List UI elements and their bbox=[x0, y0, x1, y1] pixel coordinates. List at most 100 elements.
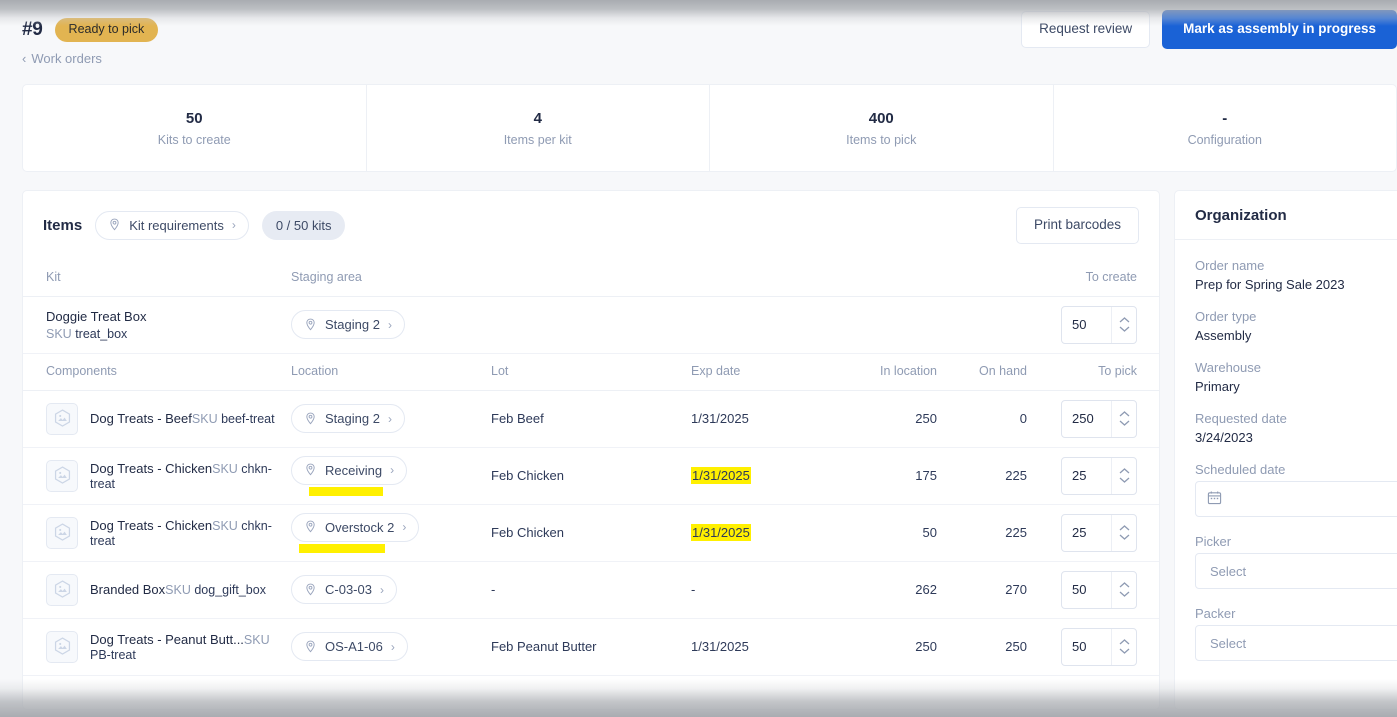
stat-label: Configuration bbox=[1187, 132, 1262, 147]
to-pick-value[interactable]: 250 bbox=[1062, 401, 1111, 437]
lot-value: - bbox=[491, 582, 496, 598]
table-row[interactable]: Branded BoxSKU dog_gift_box C-03-03 › - - 262… bbox=[23, 561, 1159, 619]
stat-value: 400 bbox=[868, 109, 894, 127]
field-label: Scheduled date bbox=[1195, 462, 1286, 477]
chevron-left-icon: ‹ bbox=[22, 50, 27, 66]
field-value: Prep for Spring Sale 2023 bbox=[1195, 277, 1345, 292]
picker-placeholder: Select bbox=[1210, 563, 1247, 579]
pin-icon bbox=[304, 318, 317, 332]
to-create-stepper[interactable]: 50 bbox=[1061, 305, 1137, 344]
location-button[interactable]: Staging 2 › bbox=[291, 404, 405, 434]
lot-value: Feb Chicken bbox=[491, 468, 564, 484]
picker-select[interactable]: Select bbox=[1195, 553, 1397, 589]
exp-date-value: 1/31/2025 bbox=[691, 411, 749, 427]
column-header-components: Components bbox=[23, 353, 291, 391]
to-pick-stepper[interactable]: 250 bbox=[1061, 399, 1137, 438]
stat-value: - bbox=[1222, 109, 1228, 127]
stepper-arrows[interactable] bbox=[1111, 514, 1136, 551]
scheduled-date-input[interactable] bbox=[1195, 481, 1397, 517]
component-location-cell: Receiving › bbox=[291, 447, 491, 505]
chevron-down-icon bbox=[1119, 326, 1129, 333]
to-create-value[interactable]: 50 bbox=[1062, 307, 1111, 343]
breadcrumb-label: Work orders bbox=[31, 50, 102, 66]
to-pick-stepper[interactable]: 25 bbox=[1061, 513, 1137, 552]
component-name-cell: Branded BoxSKU dog_gift_box bbox=[23, 561, 291, 619]
component-to-pick-cell: 25 bbox=[1027, 447, 1159, 505]
product-image-icon bbox=[46, 573, 78, 606]
location-label: Receiving bbox=[325, 462, 383, 478]
component-exp-date-cell: 1/31/2025 bbox=[691, 390, 839, 448]
to-pick-stepper[interactable]: 50 bbox=[1061, 570, 1137, 609]
stat-value: 4 bbox=[533, 109, 542, 127]
table-row[interactable]: Dog Treats - BeefSKU beef-treat Staging 2… bbox=[23, 390, 1159, 448]
component-name-cell: Dog Treats - ChickenSKU chkn-treat bbox=[23, 447, 291, 505]
table-row[interactable]: Doggie Treat Box SKU treat_box Staging 2… bbox=[23, 296, 1159, 354]
chevron-right-icon: › bbox=[402, 520, 407, 535]
kit-requirements-button[interactable]: Kit requirements › bbox=[95, 210, 249, 240]
location-button[interactable]: OS-A1-06 › bbox=[291, 632, 408, 662]
lot-value: Feb Peanut Butter bbox=[491, 639, 597, 655]
table-row[interactable]: Dog Treats - ChickenSKU chkn-treat Overst… bbox=[23, 504, 1159, 562]
packer-placeholder: Select bbox=[1210, 635, 1247, 651]
location-button[interactable]: Receiving › bbox=[291, 455, 408, 485]
field-order-name: Order name Prep for Spring Sale 2023 bbox=[1195, 258, 1397, 292]
stepper-arrows[interactable] bbox=[1111, 628, 1136, 665]
to-pick-stepper[interactable]: 50 bbox=[1061, 627, 1137, 666]
stepper-arrows[interactable] bbox=[1111, 571, 1136, 608]
to-pick-value[interactable]: 25 bbox=[1062, 458, 1111, 494]
sku-label: SKU bbox=[212, 461, 242, 476]
in-location-value: 50 bbox=[922, 525, 937, 541]
chevron-up-icon bbox=[1119, 468, 1129, 474]
to-pick-value[interactable]: 50 bbox=[1062, 572, 1111, 608]
to-pick-value[interactable]: 50 bbox=[1062, 629, 1111, 665]
location-button[interactable]: C-03-03 › bbox=[291, 575, 397, 605]
field-order-type: Order type Assembly bbox=[1195, 309, 1397, 343]
on-hand-value: 225 bbox=[1005, 525, 1027, 541]
exp-date-value: - bbox=[691, 582, 696, 598]
field-label: Packer bbox=[1195, 606, 1236, 621]
pin-icon bbox=[108, 218, 121, 232]
chevron-right-icon: › bbox=[390, 463, 395, 478]
stepper-arrows[interactable] bbox=[1111, 400, 1136, 437]
mark-assembly-in-progress-button[interactable]: Mark as assembly in progress bbox=[1162, 10, 1397, 49]
request-review-button[interactable]: Request review bbox=[1021, 11, 1151, 48]
component-on-hand-cell: 225 bbox=[937, 447, 1027, 505]
location-label: C-03-03 bbox=[325, 582, 372, 598]
field-warehouse: Warehouse Primary bbox=[1195, 360, 1397, 394]
component-on-hand-cell: 225 bbox=[937, 504, 1027, 562]
location-button[interactable]: Overstock 2 › bbox=[291, 512, 420, 542]
to-pick-stepper[interactable]: 25 bbox=[1061, 456, 1137, 495]
pin-icon bbox=[304, 463, 317, 477]
organization-fields: Order name Prep for Spring Sale 2023 Ord… bbox=[1175, 240, 1397, 661]
component-sku: SKU dog_gift_box bbox=[165, 583, 266, 598]
print-barcodes-button[interactable]: Print barcodes bbox=[1015, 207, 1139, 244]
main-content: Items Kit requirements › 0 / 50 kits Pri… bbox=[22, 190, 1397, 710]
field-label: Warehouse bbox=[1195, 360, 1261, 375]
staging-area-button[interactable]: Staging 2 › bbox=[291, 310, 405, 340]
component-name: Branded Box bbox=[90, 582, 166, 598]
component-to-pick-cell: 50 bbox=[1027, 618, 1159, 676]
component-lot-cell: Feb Peanut Butter bbox=[491, 618, 691, 676]
product-image-icon bbox=[46, 630, 78, 663]
highlight-mark bbox=[309, 486, 383, 496]
component-exp-date-cell: 1/31/2025 bbox=[691, 504, 839, 562]
sku-label: SKU bbox=[165, 583, 195, 598]
component-exp-date-cell: 1/31/2025 bbox=[691, 447, 839, 505]
status-badge: Ready to pick bbox=[54, 18, 159, 42]
breadcrumb[interactable]: ‹ Work orders bbox=[22, 51, 1397, 66]
product-image-icon bbox=[46, 516, 78, 549]
on-hand-value: 225 bbox=[1005, 468, 1027, 484]
table-row[interactable]: Dog Treats - ChickenSKU chkn-treat Receiv… bbox=[23, 447, 1159, 505]
pin-icon bbox=[304, 583, 317, 597]
stat-card: 4 Items per kit bbox=[367, 85, 710, 171]
component-to-pick-cell: 50 bbox=[1027, 561, 1159, 619]
chevron-up-icon bbox=[1119, 639, 1129, 645]
column-header-to-create: To create bbox=[691, 259, 1159, 297]
table-row[interactable]: Dog Treats - Peanut Butt...SKU PB-treat O… bbox=[23, 618, 1159, 676]
stat-card: - Configuration bbox=[1054, 85, 1397, 171]
stepper-arrows[interactable] bbox=[1111, 306, 1136, 343]
to-pick-value[interactable]: 25 bbox=[1062, 515, 1111, 551]
packer-select[interactable]: Select bbox=[1195, 625, 1397, 661]
stepper-arrows[interactable] bbox=[1111, 457, 1136, 494]
lot-value: Feb Chicken bbox=[491, 525, 564, 541]
